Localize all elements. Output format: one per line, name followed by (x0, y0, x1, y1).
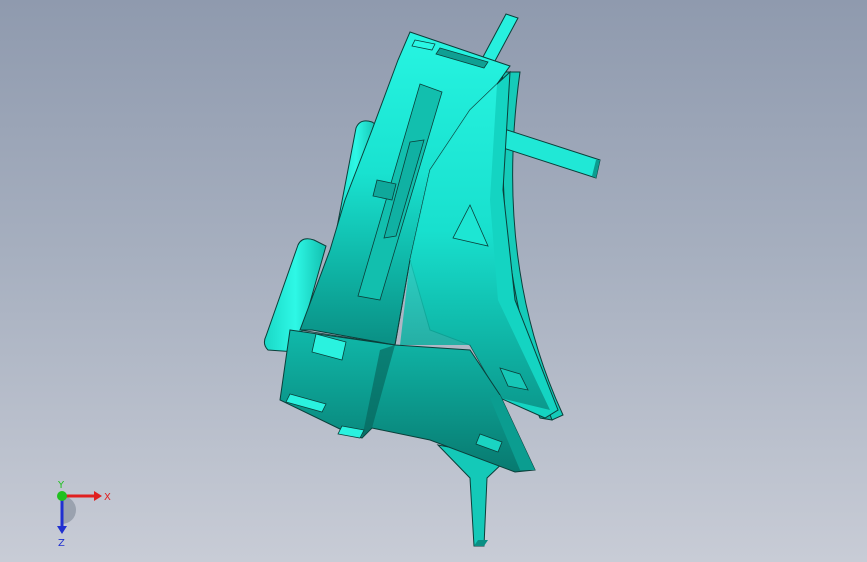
x-axis-arrow (94, 491, 102, 501)
y-axis-dot (57, 491, 67, 501)
orientation-triad: X Y Z (57, 480, 111, 549)
y-axis-label: Y (57, 480, 65, 491)
z-axis-label: Z (58, 538, 65, 549)
z-axis-arrow (57, 526, 67, 534)
graphics-viewport[interactable]: X Y Z (0, 0, 867, 562)
x-axis-label: X (104, 492, 111, 503)
cad-model-view[interactable] (0, 0, 867, 562)
